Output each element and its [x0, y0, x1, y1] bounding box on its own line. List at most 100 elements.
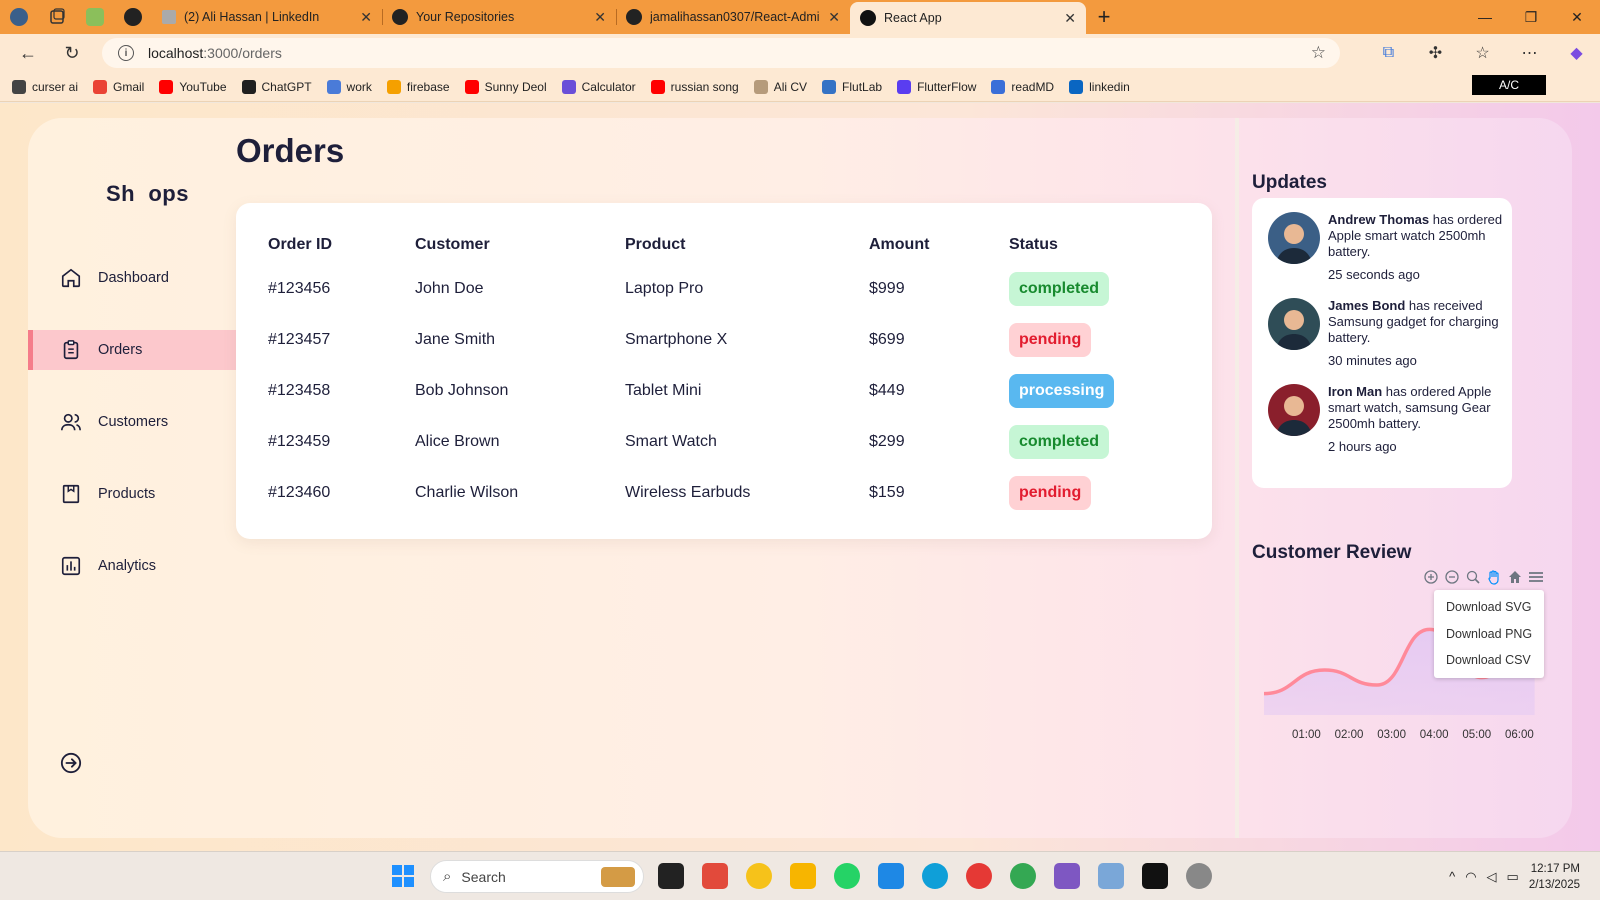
logout-icon[interactable]	[60, 752, 82, 774]
panel-divider	[1235, 118, 1239, 838]
battery-icon[interactable]: ▭	[1507, 869, 1519, 885]
copilot-icon[interactable]: ◆	[1553, 43, 1600, 63]
tab-linkedin[interactable]: (2) Ali Hassan | LinkedIn ✕	[152, 0, 382, 34]
zoom-in-icon[interactable]	[1422, 568, 1440, 586]
address-bar-row: ← ↻ i localhost:3000/orders ☆ ⧉ ✣ ☆ ⋯ ◆	[0, 34, 1600, 72]
tab-react-app[interactable]: React App ✕	[850, 2, 1086, 34]
cell-customer: Bob Johnson	[415, 381, 509, 399]
new-tab-button[interactable]: +	[1086, 4, 1122, 30]
tab-github-repo[interactable]: jamalihassan0307/React-Admin-D ✕	[616, 0, 850, 34]
bookmark-item[interactable]: russian song	[650, 79, 739, 94]
column-header: Status	[1009, 236, 1058, 253]
workspaces-button[interactable]	[38, 0, 76, 34]
update-name: Iron Man	[1328, 384, 1383, 399]
bookmark-item[interactable]: curser ai	[12, 79, 78, 94]
close-tab-icon[interactable]: ✕	[828, 9, 840, 26]
start-button[interactable]	[390, 863, 416, 889]
edge-icon[interactable]	[922, 863, 948, 889]
bookmark-item[interactable]: Ali CV	[753, 79, 807, 94]
cell-product: Wireless Earbuds	[625, 483, 751, 501]
overlay-badge: A/C	[1472, 75, 1546, 95]
sidebar-item-products[interactable]: Products	[28, 474, 236, 514]
tab-repositories[interactable]: Your Repositories ✕	[382, 0, 616, 34]
close-tab-icon[interactable]: ✕	[594, 9, 606, 26]
cell-status: pending	[1009, 467, 1169, 518]
clock[interactable]: 12:17 PM 2/13/2025	[1529, 861, 1580, 893]
favorite-star-icon[interactable]: ☆	[1311, 43, 1326, 63]
bookmark-item[interactable]: YouTube	[159, 79, 227, 94]
reset-home-icon[interactable]	[1506, 568, 1524, 586]
column-header: Customer	[415, 236, 490, 253]
pinned-tab-1[interactable]	[76, 0, 114, 34]
sidebar-item-analytics[interactable]: Analytics	[28, 546, 236, 586]
translate-icon[interactable]: ⧉	[1365, 44, 1412, 62]
tab-title: React App	[884, 11, 942, 25]
pinned-site-icon	[86, 8, 104, 26]
task-view-icon[interactable]	[658, 863, 684, 889]
profile-icon	[10, 8, 28, 26]
close-window-button[interactable]: ✕	[1554, 9, 1600, 26]
orders-table-card: Order ID Customer Product Amount Status …	[236, 203, 1212, 539]
more-menu-icon[interactable]: ⋯	[1506, 43, 1553, 63]
bookmark-label: linkedin	[1089, 79, 1130, 94]
bookmark-item[interactable]: ChatGPT	[241, 79, 312, 94]
clipboard-icon	[63, 340, 79, 360]
bookmark-item[interactable]: Sunny Deol	[464, 79, 547, 94]
refresh-button[interactable]: ↻	[50, 43, 94, 64]
minimize-button[interactable]: —	[1462, 9, 1508, 26]
chrome-icon[interactable]	[966, 863, 992, 889]
bookmark-item[interactable]: FlutLab	[822, 79, 882, 94]
chart-export-menu: Download SVG Download PNG Download CSV	[1434, 590, 1544, 678]
volume-icon[interactable]: ◁	[1487, 869, 1497, 885]
bookmark-item[interactable]: readMD	[991, 79, 1054, 94]
bookmark-icon	[93, 79, 108, 94]
sidebar-item-customers[interactable]: Customers	[28, 402, 236, 442]
pan-hand-icon[interactable]	[1485, 568, 1503, 586]
pinned-tab-2[interactable]	[114, 0, 152, 34]
bookmark-item[interactable]: FlutterFlow	[897, 79, 976, 94]
bookmark-item[interactable]: Gmail	[93, 79, 144, 94]
favorites-icon[interactable]: ☆	[1459, 43, 1506, 63]
bookmark-label: firebase	[406, 79, 450, 94]
extensions-icon[interactable]: ✣	[1412, 43, 1459, 63]
update-text: Andrew Thomas has ordered Apple smart wa…	[1328, 212, 1508, 283]
app-icon-anydesk[interactable]	[702, 863, 728, 889]
zoom-out-icon[interactable]	[1443, 568, 1461, 586]
chrome-dev-icon[interactable]	[1010, 863, 1036, 889]
profile-avatar[interactable]	[0, 0, 38, 34]
sidebar-item-orders[interactable]: Orders	[28, 330, 236, 370]
update-text: Iron Man has ordered Apple smart watch, …	[1328, 384, 1508, 455]
sidebar-item-dashboard[interactable]: Dashboard	[28, 258, 236, 298]
workspaces-icon	[50, 8, 65, 24]
download-svg-option[interactable]: Download SVG	[1434, 594, 1544, 621]
whatsapp-icon[interactable]	[834, 863, 860, 889]
close-tab-icon[interactable]: ✕	[360, 9, 372, 26]
vscode-icon[interactable]	[878, 863, 904, 889]
download-png-option[interactable]: Download PNG	[1434, 621, 1544, 648]
site-info-icon[interactable]: i	[118, 45, 134, 61]
file-explorer-icon[interactable]	[790, 863, 816, 889]
bookmark-item[interactable]: work	[326, 79, 372, 94]
x-tick-label: 01:00	[1292, 729, 1321, 741]
bookmark-item[interactable]: linkedin	[1069, 79, 1130, 94]
url-input[interactable]: i localhost:3000/orders ☆	[102, 38, 1340, 68]
chart-menu-icon[interactable]	[1527, 568, 1545, 586]
app-icon-clock[interactable]	[1186, 863, 1212, 889]
chevron-up-icon[interactable]: ^	[1449, 869, 1455, 884]
download-csv-option[interactable]: Download CSV	[1434, 647, 1544, 674]
close-tab-icon[interactable]: ✕	[1064, 10, 1076, 27]
bookmark-item[interactable]: Calculator	[561, 79, 636, 94]
app-icon-capcut[interactable]	[1142, 863, 1168, 889]
maximize-button[interactable]: ❐	[1508, 9, 1554, 26]
customer-review-title: Customer Review	[1252, 542, 1412, 563]
bookmark-icon	[561, 79, 576, 94]
taskbar-search[interactable]: ⌕ Search	[430, 860, 644, 893]
wifi-icon[interactable]: ◠	[1465, 869, 1476, 885]
update-item: James Bond has received Samsung gadget f…	[1268, 298, 1508, 369]
zoom-selection-icon[interactable]	[1464, 568, 1482, 586]
app-icon-chat[interactable]	[746, 863, 772, 889]
bookmark-item[interactable]: firebase	[386, 79, 450, 94]
back-button[interactable]: ←	[6, 43, 50, 64]
visual-studio-icon[interactable]	[1054, 863, 1080, 889]
app-icon-chart[interactable]	[1098, 863, 1124, 889]
